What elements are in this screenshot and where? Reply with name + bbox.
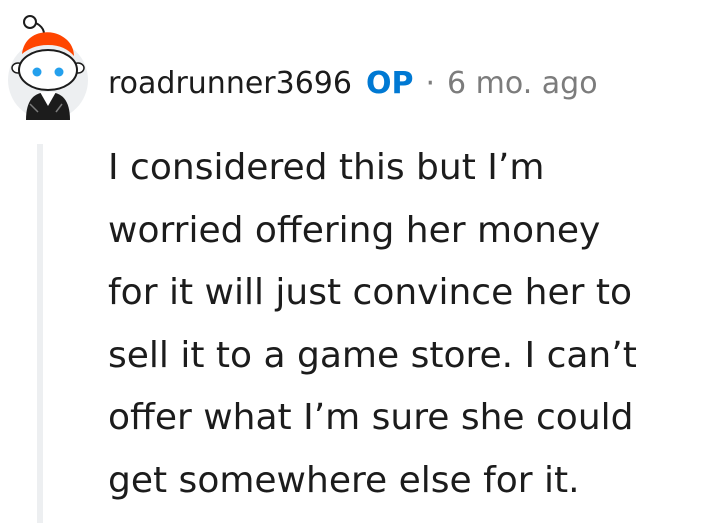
username-link[interactable]: roadrunner3696 bbox=[108, 62, 352, 106]
comment-body-line: I considered this but I’m bbox=[108, 147, 545, 188]
user-avatar[interactable] bbox=[0, 12, 98, 120]
comment-timestamp[interactable]: 6 mo. ago bbox=[447, 62, 598, 106]
comment-body-line: get somewhere else for it. bbox=[108, 459, 580, 501]
comment-header: roadrunner3696 OP · 6 mo. ago bbox=[108, 62, 598, 106]
thread-line[interactable] bbox=[37, 144, 43, 523]
comment-body-line: worried offering her money bbox=[108, 209, 601, 251]
comment-body-line: offer what I’m sure she could bbox=[108, 397, 634, 438]
comment-body: I considered this but I’m worried offeri… bbox=[108, 137, 708, 512]
op-badge: OP bbox=[365, 66, 414, 101]
comment-body-line: for it will just convince her to bbox=[108, 272, 633, 313]
comment-body-line: sell it to a game store. I can’t bbox=[108, 334, 637, 376]
meta-separator: · bbox=[425, 66, 436, 101]
snoo-avatar-icon bbox=[8, 15, 88, 120]
comment: roadrunner3696 OP · 6 mo. ago I consider… bbox=[0, 0, 725, 523]
